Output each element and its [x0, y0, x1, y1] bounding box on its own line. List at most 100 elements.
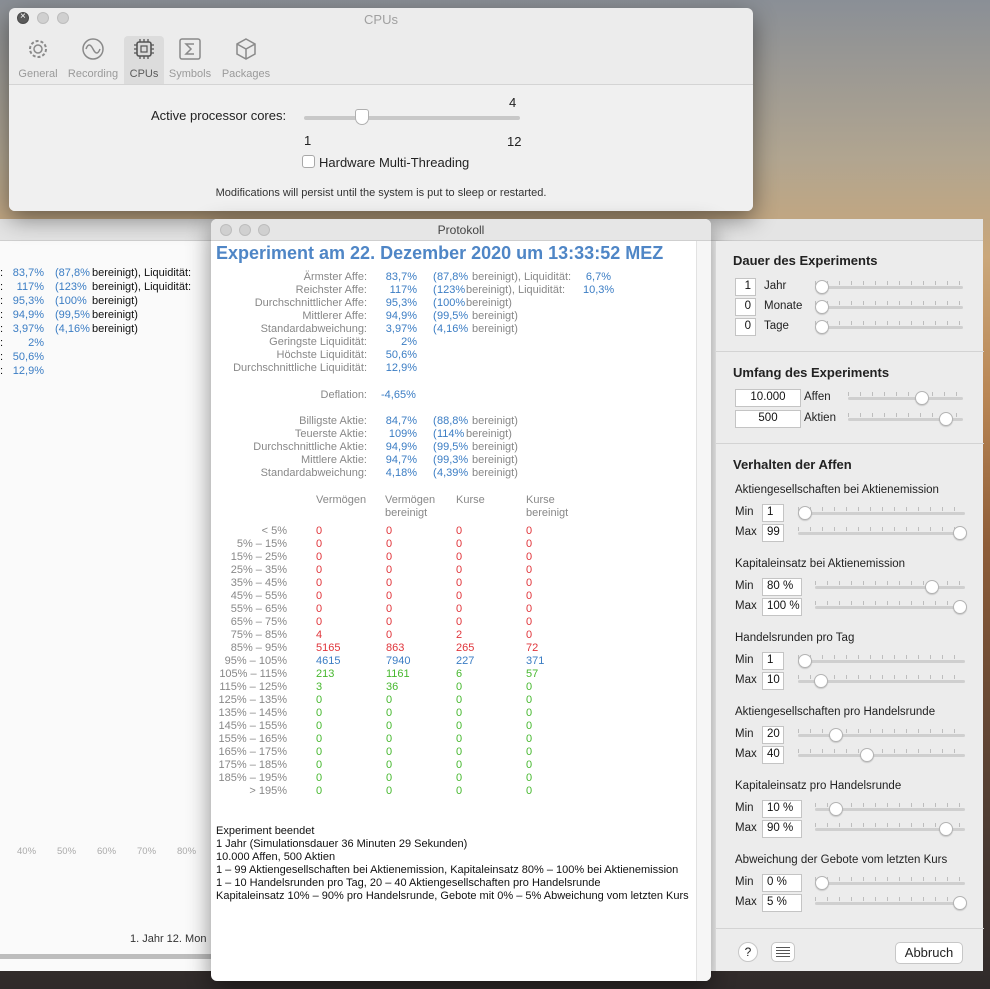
stat-adjusted-label: bereinigt) — [466, 428, 512, 440]
dauer-field[interactable]: 0 — [735, 318, 756, 336]
min-slider-track[interactable] — [815, 882, 965, 885]
distribution-cell: 0 — [386, 746, 393, 758]
max-field[interactable]: 10 — [762, 672, 784, 690]
max-field[interactable]: 40 — [762, 746, 784, 764]
dauer-slider-knob[interactable] — [815, 280, 829, 294]
max-field[interactable]: 99 — [762, 524, 784, 542]
umfang-field[interactable]: 500 — [735, 410, 801, 428]
distribution-cell: 7940 — [386, 655, 411, 667]
cores-slider-knob[interactable] — [355, 109, 370, 125]
background-scrollbar[interactable] — [0, 954, 216, 959]
row-colon: : — [0, 309, 4, 321]
list-button[interactable] — [771, 942, 795, 962]
min-slider-knob[interactable] — [925, 580, 940, 594]
max-slider-knob[interactable] — [813, 674, 828, 688]
tab-general[interactable]: General — [13, 36, 63, 88]
max-slider-knob[interactable] — [953, 896, 967, 910]
distribution-cell: 4 — [316, 629, 323, 641]
prefs-note: Modifications will persist until the sys… — [215, 187, 547, 199]
distribution-cell: 0 — [316, 551, 323, 563]
dauer-slider-knob[interactable] — [815, 300, 829, 314]
distribution-cell: 6 — [456, 668, 463, 680]
min-slider-knob[interactable] — [798, 506, 812, 520]
stat-adjusted: 99,5% — [437, 310, 469, 322]
distribution-cell: 0 — [456, 577, 463, 589]
stat-adjusted-label: bereinigt) — [472, 310, 518, 322]
column-header: Kurse — [456, 494, 485, 506]
max-field[interactable]: 5 % — [762, 894, 802, 912]
stat-label: Mittlerer Affe: — [302, 310, 367, 322]
distribution-cell: 0 — [456, 694, 463, 706]
umfang-title: Umfang des Experiments — [733, 365, 890, 380]
axis-tick-label: 80% — [177, 846, 197, 857]
dauer-slider-track[interactable] — [815, 286, 963, 289]
min-field[interactable]: 20 — [762, 726, 784, 744]
min-slider-track[interactable] — [798, 512, 965, 515]
min-slider-knob[interactable] — [798, 654, 812, 668]
group-title: Kapitaleinsatz pro Handelsrunde — [735, 780, 902, 792]
max-slider-knob[interactable] — [953, 600, 967, 614]
cores-slider-track[interactable] — [304, 116, 520, 120]
tab-cpus[interactable]: CPUs — [124, 36, 164, 88]
min-field[interactable]: 80 % — [762, 578, 802, 596]
stat-value: 2% — [401, 336, 417, 348]
ht-checkbox[interactable] — [302, 155, 315, 168]
cancel-button[interactable]: Abbruch — [895, 942, 963, 964]
distribution-cell: 0 — [316, 590, 323, 602]
range-label: 45% – 55% — [230, 590, 287, 602]
min-field[interactable]: 0 % — [762, 874, 802, 892]
summary-line: 1 – 10 Handelsrunden pro Tag, 20 – 40 Ak… — [216, 877, 601, 889]
max-slider-knob[interactable] — [939, 822, 954, 836]
max-field[interactable]: 90 % — [762, 820, 802, 838]
min-field[interactable]: 10 % — [762, 800, 802, 818]
min-slider-track[interactable] — [798, 734, 965, 737]
min-slider-knob[interactable] — [828, 802, 843, 816]
help-button[interactable]: ? — [738, 942, 758, 962]
row-text: bereinigt) — [92, 309, 138, 321]
max-slider-track[interactable] — [815, 902, 965, 905]
range-label: 165% – 175% — [218, 746, 288, 758]
stat-adjusted-label: bereinigt), Liquidität: — [466, 284, 566, 296]
tab-symbols[interactable]: Symbols — [166, 36, 214, 88]
max-field[interactable]: 100 % — [762, 598, 802, 616]
stat-adjusted: 4,16% — [437, 323, 469, 335]
distribution-cell: 0 — [526, 538, 533, 550]
max-slider-track[interactable] — [798, 754, 965, 757]
dauer-field[interactable]: 1 — [735, 278, 756, 296]
dauer-slider-track[interactable] — [815, 306, 963, 309]
max-slider-knob[interactable] — [953, 526, 967, 540]
row-value: 2% — [28, 337, 44, 349]
distribution-cell: 0 — [526, 733, 533, 745]
distribution-cell: 0 — [526, 616, 533, 628]
max-slider-knob[interactable] — [860, 748, 874, 762]
range-label: 35% – 45% — [230, 577, 287, 589]
range-label: 145% – 155% — [218, 720, 288, 732]
axis-tick-label: 50% — [57, 846, 77, 857]
stat-label: Ärmster Affe: — [303, 271, 367, 283]
stat-liquidity: 6,7% — [585, 271, 611, 283]
tab-packages[interactable]: Packages — [216, 36, 276, 88]
umfang-slider-knob[interactable] — [938, 412, 953, 426]
tab-recording[interactable]: Recording — [63, 36, 123, 88]
umfang-slider-track[interactable] — [848, 397, 963, 400]
min-slider-knob[interactable] — [829, 728, 843, 742]
group-title: Abweichung der Gebote vom letzten Kurs — [735, 854, 948, 866]
dauer-field[interactable]: 0 — [735, 298, 756, 316]
stat-adjusted: 99,3% — [437, 454, 469, 466]
min-slider-track[interactable] — [815, 586, 965, 589]
dauer-slider-track[interactable] — [815, 326, 963, 329]
max-slider-track[interactable] — [815, 606, 965, 609]
umfang-field[interactable]: 10.000 — [735, 389, 801, 407]
min-slider-knob[interactable] — [815, 876, 829, 890]
stat-adjusted-label: bereinigt) — [472, 323, 518, 335]
min-field[interactable]: 1 — [762, 652, 784, 670]
vertical-scrollbar[interactable] — [696, 241, 711, 981]
distribution-cell: 227 — [456, 655, 475, 667]
dauer-slider-knob[interactable] — [815, 320, 829, 334]
min-slider-track[interactable] — [798, 660, 965, 663]
umfang-slider-knob[interactable] — [914, 391, 929, 405]
min-field[interactable]: 1 — [762, 504, 784, 522]
stat-label: Reichster Affe: — [295, 284, 367, 296]
max-slider-track[interactable] — [798, 532, 965, 535]
distribution-cell: 0 — [526, 681, 533, 693]
